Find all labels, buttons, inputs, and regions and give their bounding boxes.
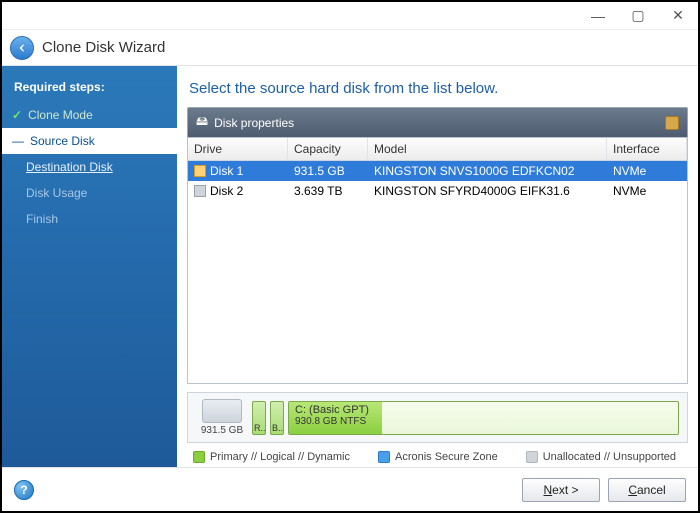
drive-icon: 🖴: [196, 112, 208, 133]
instruction-text: Select the source hard disk from the lis…: [187, 74, 688, 107]
sidebar-step: Disk Usage: [2, 180, 177, 206]
step-label: Destination Disk: [26, 160, 113, 174]
col-interface[interactable]: Interface: [607, 138, 687, 160]
step-label: Disk Usage: [26, 186, 87, 200]
cell-capacity: 3.639 TB: [294, 184, 342, 198]
disk-row[interactable]: Disk 2 3.639 TB KINGSTON SFYRD4000G EIFK31…: [188, 181, 687, 201]
header: Clone Disk Wizard: [2, 30, 698, 66]
window-title: Clone Disk Wizard: [42, 39, 165, 56]
sidebar-step[interactable]: Destination Disk: [2, 154, 177, 180]
step-label: Finish: [26, 212, 58, 226]
disk-total: 931.5 GB: [201, 425, 243, 436]
legend-unalloc: Unallocated // Unsupported: [526, 451, 676, 463]
check-icon: ✓: [12, 108, 22, 122]
grid-body: Disk 1 931.5 GB KINGSTON SNVS1000G EDFKCN0…: [188, 161, 687, 383]
cell-capacity: 931.5 GB: [294, 164, 345, 178]
titlebar: — ▢ ✕: [2, 2, 698, 30]
minimize-button[interactable]: —: [578, 5, 618, 27]
sidebar-step: Finish: [2, 206, 177, 232]
square-blue-icon: [378, 451, 390, 463]
col-capacity[interactable]: Capacity: [288, 138, 368, 160]
sidebar: Required steps: ✓ Clone Mode — Source Disk D…: [2, 66, 177, 467]
hdd-icon: [202, 399, 242, 423]
cell-interface: NVMe: [613, 164, 646, 178]
step-label: Source Disk: [30, 134, 95, 148]
partition-panel: 931.5 GB R... B... C: (Basic GPT) 930.8 …: [187, 392, 688, 443]
partition-recovery[interactable]: R...: [252, 401, 266, 435]
disk-row[interactable]: Disk 1 931.5 GB KINGSTON SNVS1000G EDFKCN0…: [188, 161, 687, 181]
panel-title-text: Disk properties: [214, 116, 294, 130]
col-drive[interactable]: Drive: [188, 138, 288, 160]
disk-grid: Drive Capacity Model Interface Disk 1 931…: [187, 137, 688, 384]
sidebar-heading: Required steps:: [2, 74, 177, 102]
cell-model: KINGSTON SFYRD4000G EIFK31.6: [374, 184, 570, 198]
partition-main[interactable]: C: (Basic GPT) 930.8 GB NTFS: [288, 401, 679, 435]
current-marker-icon: —: [12, 134, 24, 148]
square-green-icon: [193, 451, 205, 463]
square-gray-icon: [526, 451, 538, 463]
disk-properties-header: 🖴 Disk properties: [187, 107, 688, 137]
grid-header: Drive Capacity Model Interface: [188, 138, 687, 161]
step-label: Clone Mode: [28, 108, 93, 122]
sidebar-step: — Source Disk: [2, 128, 177, 154]
column-chooser-icon[interactable]: [665, 116, 679, 130]
legend: Primary // Logical // Dynamic Acronis Se…: [187, 443, 688, 467]
cell-interface: NVMe: [613, 184, 646, 198]
disk-icon: [194, 165, 206, 177]
maximize-button[interactable]: ▢: [618, 5, 658, 27]
legend-secure: Acronis Secure Zone: [378, 451, 498, 463]
disk-summary: 931.5 GB: [196, 399, 248, 436]
sidebar-step[interactable]: ✓ Clone Mode: [2, 102, 177, 128]
next-button[interactable]: Next >: [522, 478, 600, 502]
back-button[interactable]: [10, 36, 34, 60]
cancel-button[interactable]: Cancel: [608, 478, 686, 502]
partition-main-label: C: (Basic GPT): [295, 404, 672, 416]
footer: ? Next > Cancel: [2, 467, 698, 511]
legend-primary: Primary // Logical // Dynamic: [193, 451, 350, 463]
cell-drive: Disk 2: [210, 184, 243, 198]
partition-main-sub: 930.8 GB NTFS: [295, 416, 672, 427]
close-button[interactable]: ✕: [658, 5, 698, 27]
cell-drive: Disk 1: [210, 164, 243, 178]
cell-model: KINGSTON SNVS1000G EDFKCN02: [374, 164, 575, 178]
col-model[interactable]: Model: [368, 138, 607, 160]
help-button[interactable]: ?: [14, 480, 34, 500]
main-panel: Select the source hard disk from the lis…: [177, 66, 698, 467]
arrow-left-icon: [16, 42, 28, 54]
disk-icon: [194, 185, 206, 197]
partition-boot[interactable]: B...: [270, 401, 284, 435]
